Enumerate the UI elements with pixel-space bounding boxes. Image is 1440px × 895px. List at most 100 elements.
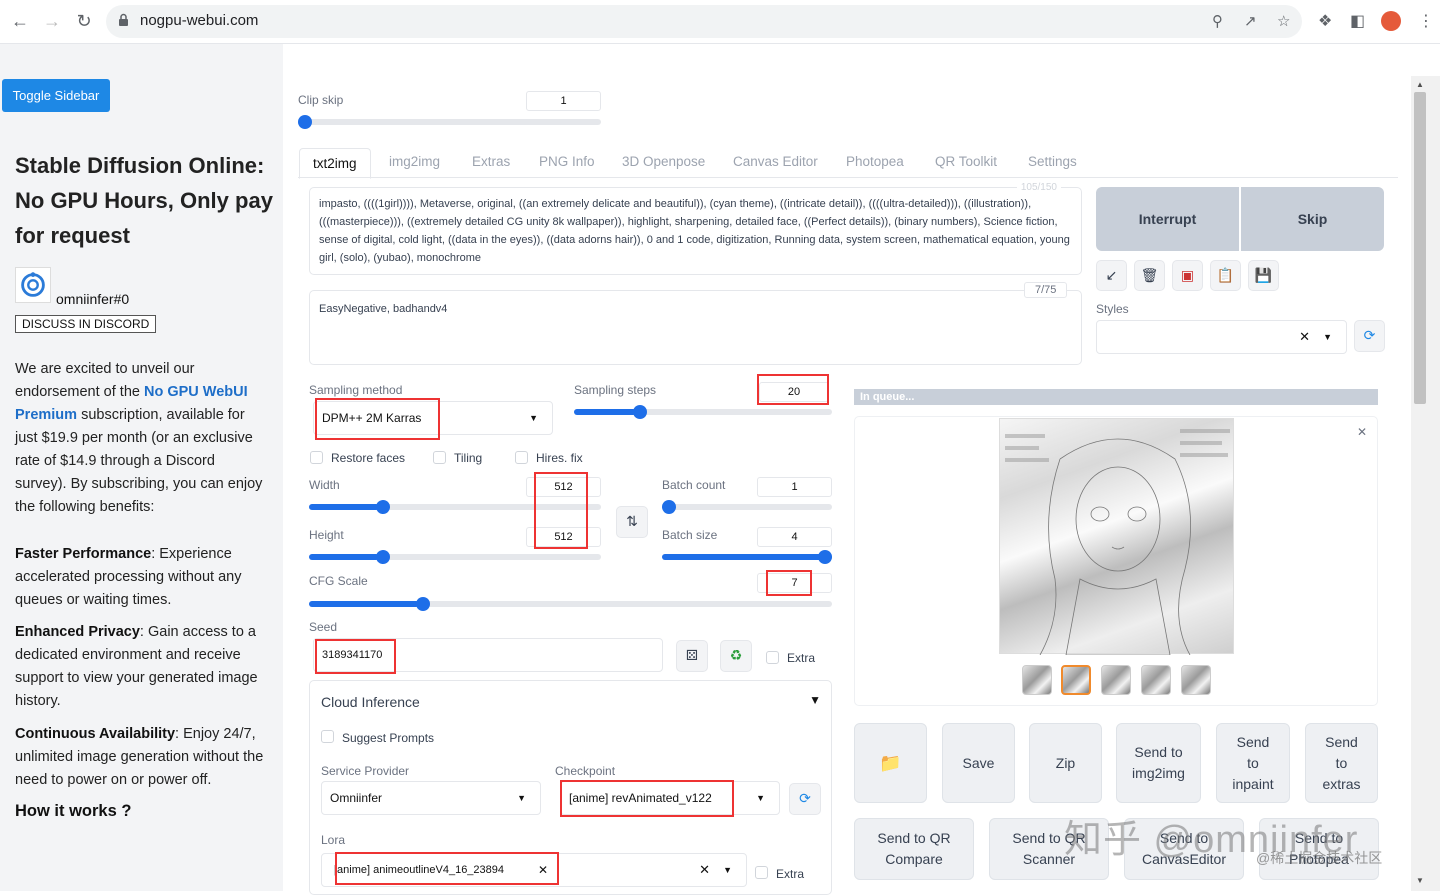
chevron-down-icon[interactable]: ▼ [529,402,538,434]
open-folder-icon[interactable]: 📁 [854,723,927,803]
lock-icon [119,13,128,26]
tab-canvas-editor[interactable]: Canvas Editor [733,154,818,169]
sampling-steps-slider[interactable] [574,405,832,419]
interrupt-button[interactable]: Interrupt [1096,187,1239,251]
reuse-seed-recycle-icon[interactable]: ♻ [720,640,752,672]
hires-fix-checkbox[interactable] [515,451,528,464]
discuss-in-discord-button[interactable]: DISCUSS IN DISCORD [15,315,157,333]
slider-knob[interactable] [375,550,390,564]
url-text: nogpu-webui.com [140,12,259,29]
output-gallery: ✕ [854,416,1378,706]
chevron-down-icon[interactable]: ▼ [756,782,765,814]
page-scrollbar[interactable]: ▲ ▼ [1411,76,1440,891]
tab-txt2img[interactable]: txt2img [299,148,371,179]
gallery-thumbnail[interactable] [1141,665,1171,695]
toggle-sidebar-button[interactable]: Toggle Sidebar [2,79,110,112]
random-seed-dice-icon[interactable]: ⚄ [676,640,708,672]
reload-icon[interactable]: ↻ [72,10,96,34]
watermark-sub: @稀土掘金技术社区 [1256,850,1383,866]
send-to-qr-compare-button[interactable]: Send to QR Compare [854,818,974,880]
share-icon[interactable]: ↗ [1244,12,1257,30]
tab-photopea[interactable]: Photopea [846,154,904,169]
slider-knob[interactable] [662,500,676,514]
gallery-thumbnail-selected[interactable] [1061,665,1091,695]
save-style-icon[interactable]: 💾 [1248,260,1279,291]
slider-knob[interactable] [375,500,390,514]
batch-count-slider[interactable] [662,500,832,514]
negative-prompt-textarea[interactable]: 7/75 EasyNegative, badhandv4 [309,282,1082,365]
profile-avatar[interactable] [1381,11,1401,31]
swap-dimensions-icon[interactable]: ⇅ [616,506,648,538]
gallery-thumbnail[interactable] [1181,665,1211,695]
chevron-down-icon[interactable]: ▼ [723,854,732,886]
slider-knob[interactable] [415,597,430,611]
slider-knob[interactable] [818,550,832,564]
tiling-checkbox[interactable] [433,451,446,464]
skip-button[interactable]: Skip [1241,187,1384,251]
negative-token-counter: 7/75 [1024,282,1068,298]
chevron-down-icon[interactable]: ▼ [1323,321,1332,353]
scroll-down-arrow-icon[interactable]: ▼ [1416,876,1424,885]
generated-image[interactable] [999,418,1234,656]
send-to-img2img-button[interactable]: Send to img2img [1116,723,1201,803]
clipboard-icon[interactable]: 📋 [1210,260,1241,291]
lora-extra-checkbox[interactable] [755,866,768,879]
refresh-styles-icon[interactable]: ⟳ [1354,320,1385,352]
paste-arrow-icon[interactable]: ↙ [1096,260,1127,291]
slider-knob[interactable] [298,115,312,129]
benefit-privacy: Enhanced Privacy: Gain access to a dedic… [15,624,258,709]
slider-fill [309,601,419,607]
tiling-label: Tiling [454,451,483,465]
slider-fill [662,554,832,560]
tab-qr-toolkit[interactable]: QR Toolkit [935,154,997,169]
highlight-box [335,852,559,885]
slider-knob[interactable] [632,405,647,419]
clear-icon[interactable]: ✕ [699,854,710,886]
zip-button[interactable]: Zip [1029,723,1102,803]
clip-skip-input[interactable]: 1 [526,91,601,111]
cfg-scale-slider[interactable] [309,597,832,611]
prompt-textarea[interactable]: 105/150 impasto, ((((1girl)))), Metavers… [309,182,1082,275]
tab-img2img[interactable]: img2img [389,154,440,169]
seed-extra-checkbox[interactable] [766,651,779,664]
tab-png-info[interactable]: PNG Info [539,154,595,169]
chevron-down-icon[interactable]: ▼ [517,782,526,814]
forward-arrow-icon[interactable]: → [40,10,64,34]
extensions-puzzle-icon[interactable]: ❖ [1318,11,1332,31]
restore-faces-checkbox[interactable] [310,451,323,464]
save-button[interactable]: Save [942,723,1015,803]
back-arrow-icon[interactable]: ← [8,10,32,34]
service-provider-dropdown[interactable]: Omniinfer ▼ [321,781,541,815]
tab-settings[interactable]: Settings [1028,154,1077,169]
extra-networks-icon[interactable]: ▣ [1172,260,1203,291]
gallery-thumbnail[interactable] [1022,665,1052,695]
suggest-prompts-checkbox[interactable] [321,730,334,743]
clip-skip-label: Clip skip [298,93,344,107]
collapse-triangle-icon[interactable]: ▼ [809,693,821,707]
close-icon[interactable]: ✕ [1357,425,1367,439]
hires-fix-label: Hires. fix [536,451,583,465]
scrollbar-thumb[interactable] [1414,92,1426,404]
scroll-up-arrow-icon[interactable]: ▲ [1416,80,1424,89]
zoom-icon[interactable]: ⚲ [1212,12,1223,30]
menu-kebab-icon[interactable]: ⋮ [1418,11,1434,31]
queue-status-bar: In queue... [854,389,1378,405]
batch-count-input[interactable]: 1 [757,477,832,497]
tab-extras[interactable]: Extras [472,154,510,169]
address-bar[interactable]: nogpu-webui.com ⚲ ↗ ☆ [106,5,1302,38]
styles-dropdown[interactable]: ✕ ▼ [1096,320,1347,354]
refresh-checkpoint-icon[interactable]: ⟳ [789,783,821,815]
send-to-extras-button[interactable]: Send to extras [1305,723,1378,803]
clear-icon[interactable]: ✕ [1299,321,1310,353]
clip-skip-slider[interactable] [298,115,601,129]
send-to-inpaint-button[interactable]: Send to inpaint [1216,723,1290,803]
side-panel-icon[interactable]: ◧ [1350,11,1365,31]
slider-fill [574,409,636,415]
height-slider[interactable] [309,550,601,564]
batch-size-slider[interactable] [662,550,832,564]
tab-3d-openpose[interactable]: 3D Openpose [622,154,705,169]
batch-size-input[interactable]: 4 [757,527,832,547]
bookmark-star-icon[interactable]: ☆ [1277,12,1290,30]
trash-icon[interactable]: 🗑 [1134,260,1165,291]
gallery-thumbnail[interactable] [1101,665,1131,695]
